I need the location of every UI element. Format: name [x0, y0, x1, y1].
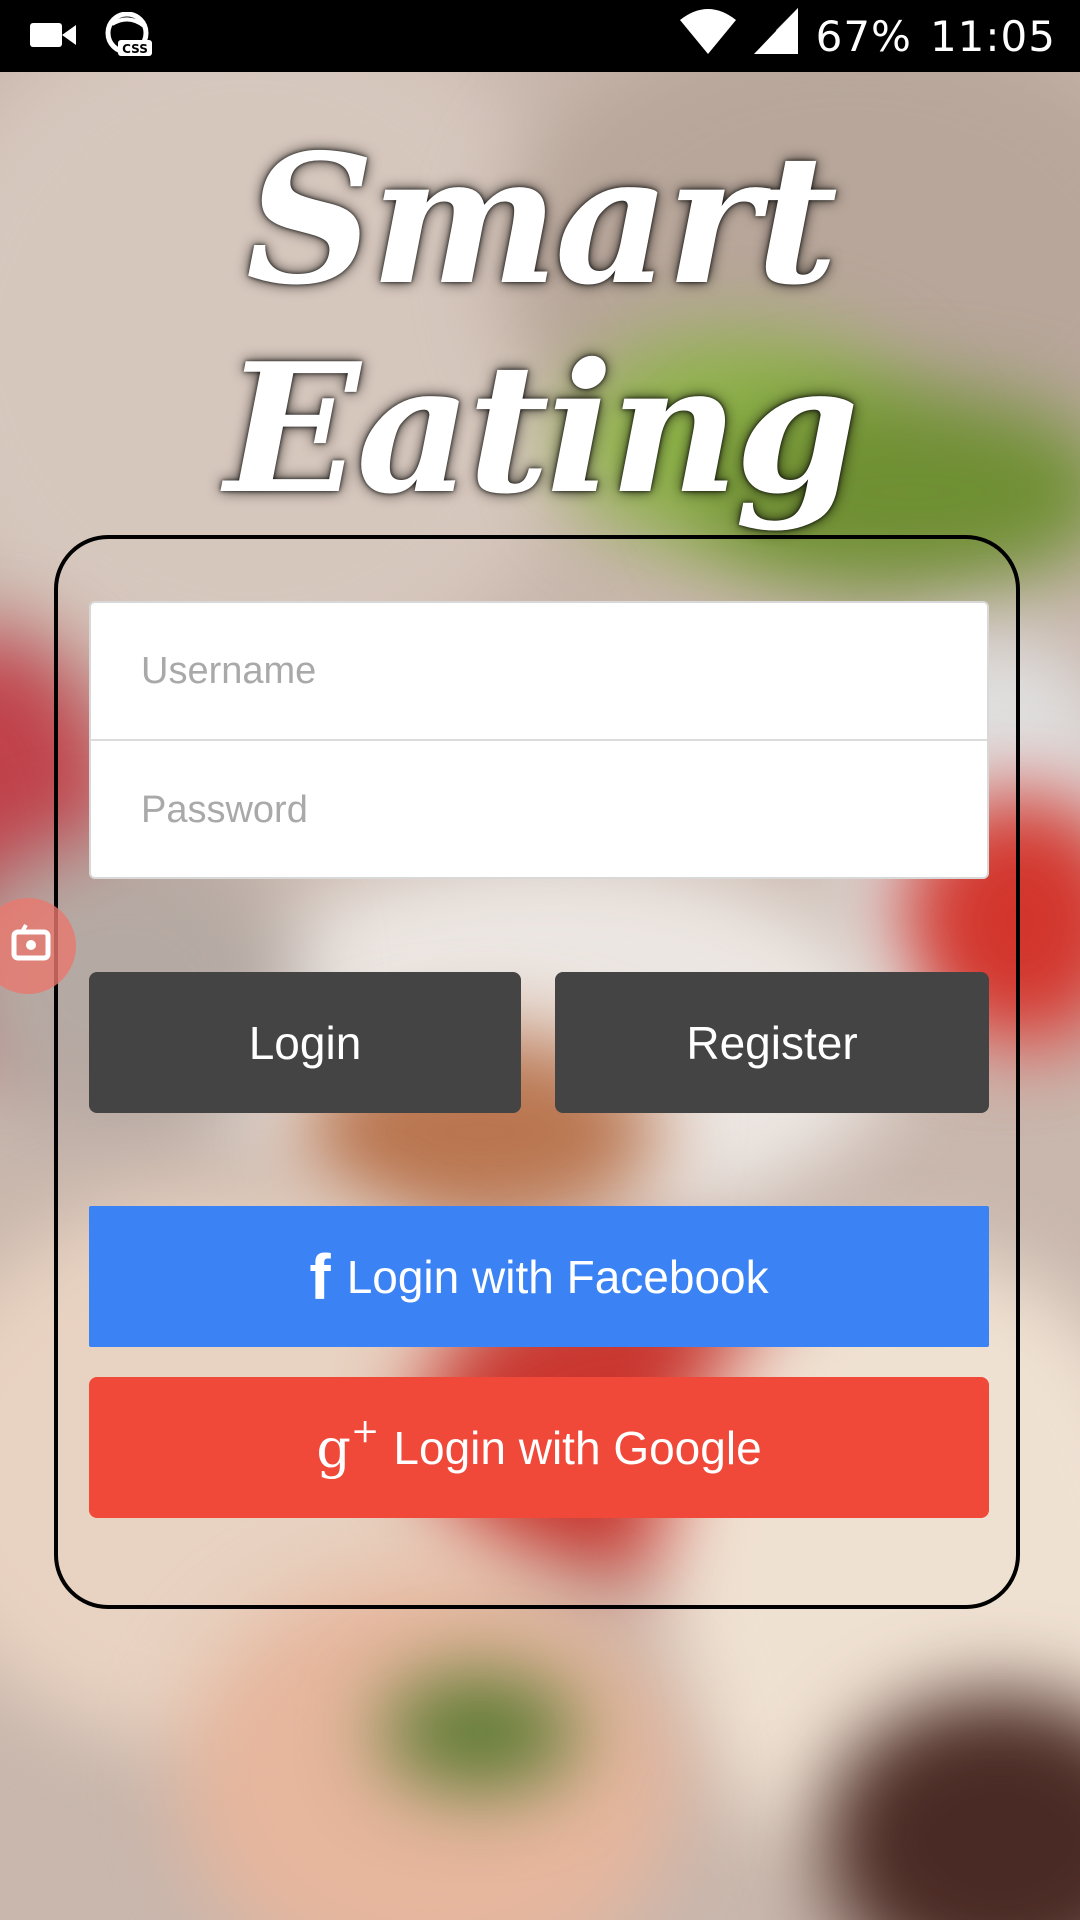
google-plus-icon: g+: [316, 1410, 380, 1480]
register-button[interactable]: Register: [555, 972, 989, 1113]
css-app-icon: CSS: [104, 11, 154, 62]
login-button[interactable]: Login: [89, 972, 521, 1113]
status-bar: CSS 67% 11:05: [0, 0, 1080, 72]
facebook-login-button[interactable]: f Login with Facebook: [89, 1206, 989, 1347]
app-logo: Smart Eating: [224, 115, 860, 533]
credentials-field-group: [89, 601, 989, 879]
wifi-icon: [679, 8, 736, 64]
battery-percentage: 67%: [815, 11, 912, 61]
recorder-icon: [0, 922, 58, 970]
google-login-button[interactable]: g+ Login with Google: [89, 1377, 989, 1518]
register-button-label: Register: [686, 1016, 858, 1069]
google-login-label: Login with Google: [393, 1421, 762, 1474]
clock-time: 11:05: [929, 11, 1056, 61]
video-camera-icon: [30, 20, 78, 54]
facebook-login-label: Login with Facebook: [346, 1250, 769, 1303]
username-input[interactable]: [91, 603, 987, 741]
cell-signal-icon: [753, 8, 798, 64]
login-screen: CSS 67% 11:05 Smart Eating Username Logi…: [0, 0, 1080, 1920]
facebook-icon: f: [309, 1240, 331, 1313]
login-button-label: Login: [248, 1016, 362, 1069]
svg-text:CSS: CSS: [122, 42, 148, 56]
password-input[interactable]: [91, 741, 987, 879]
